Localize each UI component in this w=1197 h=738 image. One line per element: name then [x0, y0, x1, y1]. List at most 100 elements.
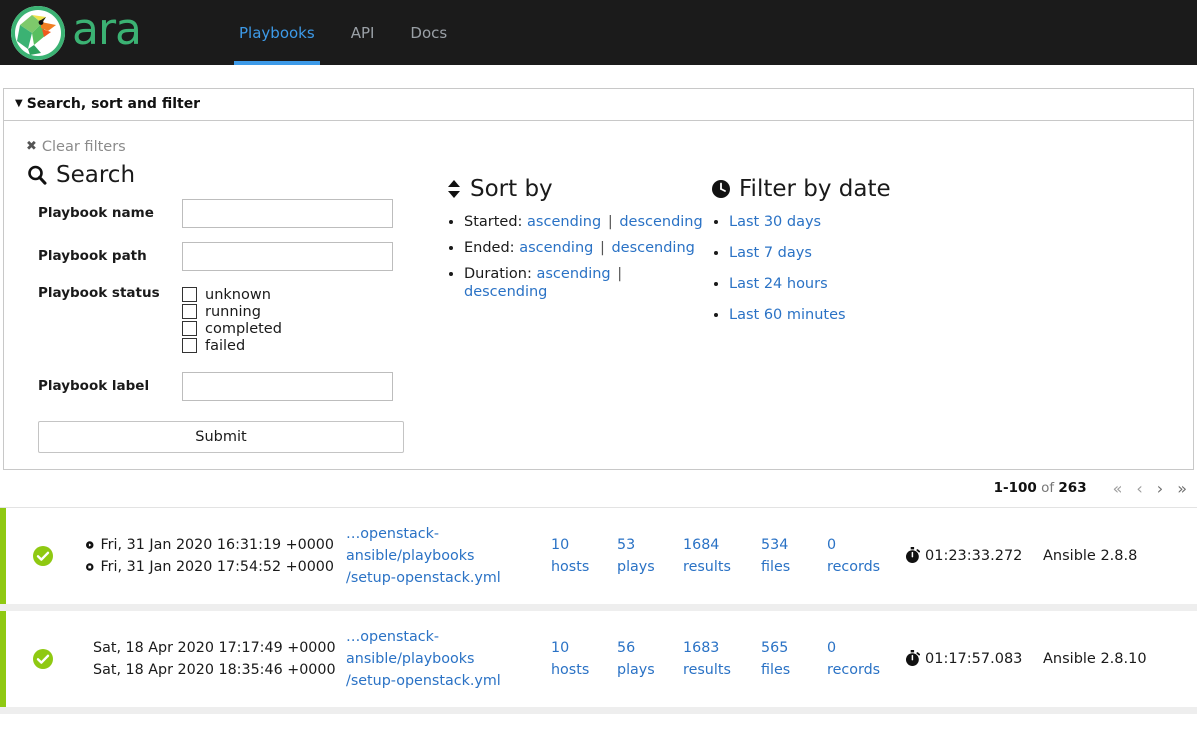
playbook-path-link-line2[interactable]: /setup-openstack.yml	[346, 670, 539, 692]
playbook-results-value[interactable]: 1683	[683, 637, 749, 659]
playbook-records-cell: 0 records	[821, 637, 899, 681]
clear-filters-button[interactable]: ✖ Clear filters	[26, 139, 126, 155]
filter-columns: Search Playbook name Playbook path Playb…	[26, 162, 1193, 453]
playbook-row-content: Fri, 31 Jan 2020 16:31:19 +0000 Fri, 31 …	[6, 508, 1197, 604]
date-filter-item: Last 60 minutes	[729, 306, 991, 324]
playbook-results-label[interactable]: results	[683, 556, 749, 578]
playbook-duration-cell: 01:23:33.272	[899, 547, 1029, 564]
sort-row-ended: Ended: ascending | descending	[464, 239, 711, 257]
playbook-records-value[interactable]: 0	[827, 534, 893, 556]
playbook-files-label[interactable]: files	[761, 659, 815, 681]
playbook-files-cell: 565 files	[755, 637, 821, 681]
date-filter-last-7-days[interactable]: Last 7 days	[729, 245, 812, 261]
playbook-path-link-line1[interactable]: …openstack-ansible/playbooks	[346, 523, 539, 567]
playbook-files-label[interactable]: files	[761, 556, 815, 578]
checkbox-completed-input[interactable]	[182, 321, 197, 336]
sort-ended-descending-link[interactable]: descending	[611, 240, 694, 256]
playbook-records-value[interactable]: 0	[827, 637, 893, 659]
playbook-files-cell: 534 files	[755, 534, 821, 578]
panel-header-toggle[interactable]: ▼ Search, sort and filter	[4, 89, 1193, 121]
playbook-dates-cell: Fri, 31 Jan 2020 16:31:19 +0000 Fri, 31 …	[80, 534, 340, 578]
playbook-plays-label[interactable]: plays	[617, 659, 671, 681]
submit-button[interactable]: Submit	[38, 420, 404, 453]
checkbox-failed-input[interactable]	[182, 338, 197, 353]
playbook-label-input[interactable]	[182, 371, 393, 401]
playbook-files-value[interactable]: 565	[761, 637, 815, 659]
checkbox-completed[interactable]: completed	[182, 321, 282, 337]
playbook-path-cell: …openstack-ansible/playbooks /setup-open…	[340, 626, 545, 692]
playbook-row-content: Sat, 18 Apr 2020 17:17:49 +0000 Sat, 18 …	[6, 611, 1197, 707]
nav-link-playbooks[interactable]: Playbooks	[221, 0, 333, 65]
sort-ended-ascending-link[interactable]: ascending	[519, 240, 593, 256]
playbook-plays-value[interactable]: 56	[617, 637, 671, 659]
date-filter-last-60-minutes[interactable]: Last 60 minutes	[729, 307, 846, 323]
date-filter-item: Last 7 days	[729, 244, 991, 262]
playbook-plays-value[interactable]: 53	[617, 534, 671, 556]
pagination-prev-icon[interactable]: ‹	[1136, 479, 1142, 498]
nav-links: Playbooks API Docs	[221, 0, 465, 65]
playbook-ended-text: Fri, 31 Jan 2020 17:54:52 +0000	[100, 558, 335, 575]
playbook-records-cell: 0 records	[821, 534, 899, 578]
stop-circle-icon	[86, 562, 94, 571]
nav-link-docs[interactable]: Docs	[392, 0, 465, 65]
playbook-records-label[interactable]: records	[827, 659, 893, 681]
search-sort-filter-panel: ▼ Search, sort and filter ✖ Clear filters…	[3, 88, 1194, 470]
playbook-dates-cell: Sat, 18 Apr 2020 17:17:49 +0000 Sat, 18 …	[80, 637, 340, 681]
pagination-last-icon[interactable]: »	[1177, 479, 1187, 498]
check-circle-icon	[33, 648, 53, 669]
playbook-duration-text: 01:23:33.272	[925, 547, 1023, 564]
playbook-path-link-line1[interactable]: …openstack-ansible/playbooks	[346, 626, 539, 670]
form-row-playbook-label: Playbook label	[26, 371, 446, 401]
playbook-hosts-label[interactable]: hosts	[551, 659, 605, 681]
date-filter-last-30-days[interactable]: Last 30 days	[729, 214, 821, 230]
form-row-playbook-path: Playbook path	[26, 241, 446, 271]
magnifier-icon	[28, 165, 47, 185]
check-circle-icon	[33, 545, 53, 566]
brand[interactable]: ara	[8, 3, 142, 63]
playbook-started: Sat, 18 Apr 2020 17:17:49 +0000	[86, 637, 336, 659]
pagination-total: 263	[1058, 480, 1087, 496]
playbook-records-label[interactable]: records	[827, 556, 893, 578]
date-filter-last-24-hours[interactable]: Last 24 hours	[729, 276, 828, 292]
form-row-playbook-status: Playbook status unknown running complete…	[26, 285, 446, 354]
sort-duration-ascending-link[interactable]: ascending	[536, 266, 610, 282]
playbook-path-input[interactable]	[182, 241, 393, 271]
playbook-hosts-cell: 10 hosts	[545, 637, 611, 681]
playbook-plays-label[interactable]: plays	[617, 556, 671, 578]
playbook-row[interactable]: Sat, 18 Apr 2020 17:17:49 +0000 Sat, 18 …	[0, 610, 1197, 714]
playbook-name-input[interactable]	[182, 198, 393, 228]
pagination-next-icon[interactable]: ›	[1157, 479, 1163, 498]
playbook-hosts-value[interactable]: 10	[551, 534, 605, 556]
sort-row-started: Started: ascending | descending	[464, 213, 711, 231]
playbook-hosts-label[interactable]: hosts	[551, 556, 605, 578]
caret-down-icon: ▼	[15, 98, 23, 109]
playbook-list: Fri, 31 Jan 2020 16:31:19 +0000 Fri, 31 …	[0, 506, 1197, 714]
clock-icon	[712, 179, 730, 198]
checkbox-failed-label: failed	[205, 337, 246, 354]
playbook-path-label: Playbook path	[38, 248, 147, 264]
checkbox-unknown-input[interactable]	[182, 287, 197, 302]
sort-separator: |	[617, 265, 623, 282]
checkbox-unknown[interactable]: unknown	[182, 287, 282, 303]
playbook-hosts-value[interactable]: 10	[551, 637, 605, 659]
sort-heading: Sort by	[446, 176, 711, 202]
panel-title: Search, sort and filter	[26, 96, 201, 112]
nav-link-api[interactable]: API	[333, 0, 393, 65]
pagination-count: 1-100 of 263	[994, 480, 1087, 496]
playbook-version-cell: Ansible 2.8.10	[1043, 650, 1147, 667]
checkbox-running-input[interactable]	[182, 304, 197, 319]
checkbox-running[interactable]: running	[182, 304, 282, 320]
pagination-first-icon[interactable]: «	[1113, 479, 1123, 498]
playbook-path-link-line2[interactable]: /setup-openstack.yml	[346, 567, 539, 589]
playbook-files-value[interactable]: 534	[761, 534, 815, 556]
sort-started-ascending-link[interactable]: ascending	[527, 214, 601, 230]
playbook-row[interactable]: Fri, 31 Jan 2020 16:31:19 +0000 Fri, 31 …	[0, 507, 1197, 611]
playbook-ended-text: Sat, 18 Apr 2020 18:35:46 +0000	[93, 661, 336, 678]
sort-started-descending-link[interactable]: descending	[619, 214, 702, 230]
playbook-results-value[interactable]: 1684	[683, 534, 749, 556]
date-filter-item: Last 30 days	[729, 213, 991, 231]
date-filter-list: Last 30 days Last 7 days Last 24 hours L…	[711, 213, 991, 325]
checkbox-failed[interactable]: failed	[182, 338, 282, 354]
sort-duration-descending-link[interactable]: descending	[464, 284, 547, 300]
playbook-results-label[interactable]: results	[683, 659, 749, 681]
